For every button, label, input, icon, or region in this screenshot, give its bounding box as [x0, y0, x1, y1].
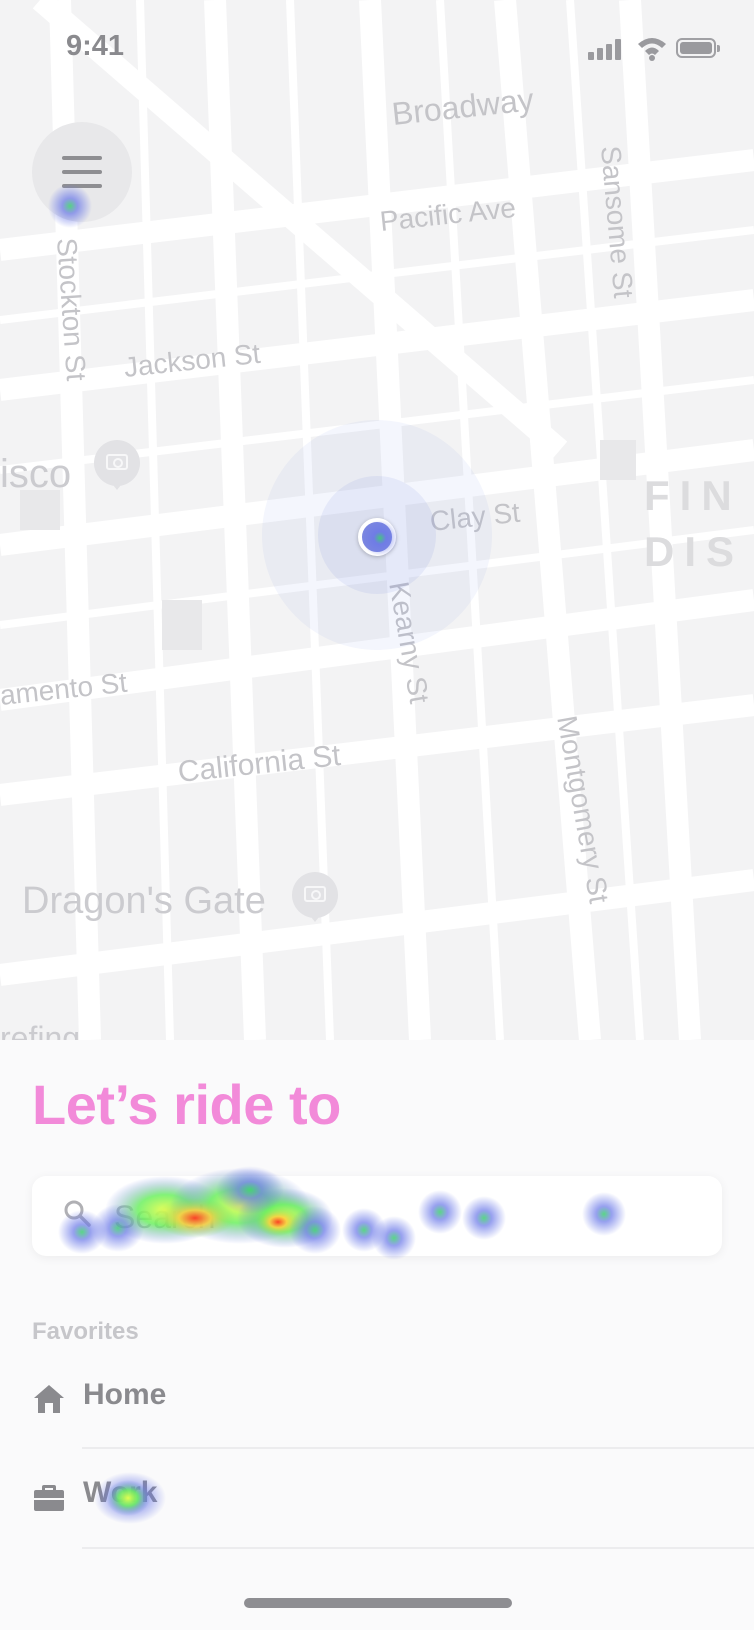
favorites-label: Favorites	[32, 1318, 139, 1345]
briefcase-icon	[34, 1485, 64, 1511]
poi-label-partial: refing	[0, 1020, 81, 1040]
favorite-item-home[interactable]: Home	[0, 1360, 754, 1456]
ride-sheet: Let’s ride to Favorites Home Work	[0, 1040, 754, 1630]
divider	[82, 1447, 754, 1449]
user-location-dot	[358, 518, 396, 556]
menu-button[interactable]	[32, 122, 132, 222]
home-icon	[34, 1385, 64, 1413]
poi-label-dragons-gate: Dragon's Gate	[22, 880, 266, 922]
divider	[82, 1547, 754, 1549]
search-box[interactable]	[32, 1176, 722, 1256]
favorite-label-work: Work	[83, 1476, 158, 1509]
favorite-item-work[interactable]: Work	[0, 1458, 754, 1554]
battery-icon	[676, 38, 720, 58]
home-indicator	[244, 1598, 512, 1608]
status-bar: 9:41	[0, 0, 754, 100]
camera-pin-icon[interactable]	[94, 440, 140, 490]
search-icon	[64, 1200, 91, 1227]
wifi-icon	[638, 38, 666, 61]
sheet-title: Let’s ride to	[32, 1073, 341, 1136]
search-input[interactable]	[112, 1186, 696, 1248]
poi-label-san-francisco: isco	[0, 452, 72, 496]
cellular-signal-icon	[588, 38, 624, 60]
district-label: FIN DIS	[644, 472, 745, 575]
camera-pin-icon[interactable]	[292, 872, 338, 922]
screen: Broadway Pacific Ave Sansome St Stockton…	[0, 0, 754, 1630]
favorite-label-home: Home	[83, 1378, 167, 1411]
status-time: 9:41	[66, 30, 125, 62]
